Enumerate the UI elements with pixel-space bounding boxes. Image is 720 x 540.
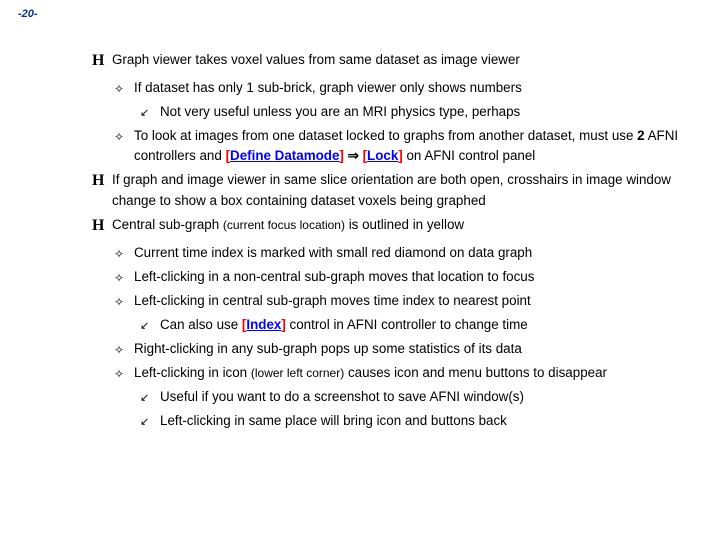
bullet-1b: ✧ To look at images from one dataset loc… (114, 126, 692, 166)
text: If graph and image viewer in same slice … (112, 170, 692, 210)
text: Useful if you want to do a screenshot to… (160, 387, 692, 407)
text: If dataset has only 1 sub-brick, graph v… (134, 78, 692, 98)
diamond-icon: ✧ (114, 128, 134, 146)
hand-icon: H (92, 169, 112, 193)
text: Right-clicking in any sub-graph pops up … (134, 339, 692, 359)
paren: (lower left corner) (251, 366, 344, 380)
bullet-3a: ✧ Current time index is marked with smal… (114, 243, 692, 263)
diamond-icon: ✧ (114, 341, 134, 359)
page-number: -20- (18, 8, 38, 20)
index-link[interactable]: Index (246, 317, 281, 332)
arrow-icon: ↙ (140, 414, 160, 431)
define-datamode-link[interactable]: Define Datamode (230, 148, 339, 163)
hand-icon: H (92, 214, 112, 238)
arrow-icon: ↙ (140, 318, 160, 335)
arrow-right-icon: ⇒ (344, 148, 363, 163)
t: control in AFNI controller to change tim… (286, 317, 528, 332)
bullet-3e1: ↙ Useful if you want to do a screenshot … (140, 387, 692, 407)
bullet-3b: ✧ Left-clicking in a non-central sub-gra… (114, 267, 692, 287)
text: Current time index is marked with small … (134, 243, 692, 263)
diamond-icon: ✧ (114, 269, 134, 287)
lock-link[interactable]: Lock (367, 148, 398, 163)
bullet-1a: ✧ If dataset has only 1 sub-brick, graph… (114, 78, 692, 98)
arrow-icon: ↙ (140, 105, 160, 122)
bullet-3: H Central sub-graph (current focus locat… (92, 215, 692, 239)
bullet-3e2: ↙ Left-clicking in same place will bring… (140, 411, 692, 431)
text: Not very useful unless you are an MRI ph… (160, 102, 692, 122)
bullet-2: H If graph and image viewer in same slic… (92, 170, 692, 210)
t: Left-clicking in icon (134, 365, 251, 380)
t: Can also use (160, 317, 242, 332)
t: on AFNI control panel (403, 148, 536, 163)
hand-icon: H (92, 49, 112, 73)
bullet-3c1: ↙ Can also use [Index] control in AFNI c… (140, 315, 692, 335)
text: Central sub-graph (current focus locatio… (112, 215, 692, 235)
text: Left-clicking in central sub-graph moves… (134, 291, 692, 311)
text: To look at images from one dataset locke… (134, 126, 692, 166)
bullet-3e: ✧ Left-clicking in icon (lower left corn… (114, 363, 692, 383)
t: is outlined in yellow (345, 217, 464, 232)
t: Central sub-graph (112, 217, 223, 232)
bullet-1: H Graph viewer takes voxel values from s… (92, 50, 692, 74)
slide-content: H Graph viewer takes voxel values from s… (92, 50, 692, 436)
paren: (current focus location) (223, 218, 345, 232)
t: To look at images from one dataset locke… (134, 128, 637, 143)
bold-num: 2 (637, 128, 644, 143)
diamond-icon: ✧ (114, 245, 134, 263)
text: Can also use [Index] control in AFNI con… (160, 315, 692, 335)
diamond-icon: ✧ (114, 365, 134, 383)
text: Left-clicking in a non-central sub-graph… (134, 267, 692, 287)
bullet-3d: ✧ Right-clicking in any sub-graph pops u… (114, 339, 692, 359)
text: Left-clicking in same place will bring i… (160, 411, 692, 431)
text: Graph viewer takes voxel values from sam… (112, 50, 692, 70)
diamond-icon: ✧ (114, 293, 134, 311)
t: causes icon and menu buttons to disappea… (344, 365, 607, 380)
bullet-3c: ✧ Left-clicking in central sub-graph mov… (114, 291, 692, 311)
bullet-1a1: ↙ Not very useful unless you are an MRI … (140, 102, 692, 122)
diamond-icon: ✧ (114, 80, 134, 98)
arrow-icon: ↙ (140, 390, 160, 407)
text: Left-clicking in icon (lower left corner… (134, 363, 692, 383)
